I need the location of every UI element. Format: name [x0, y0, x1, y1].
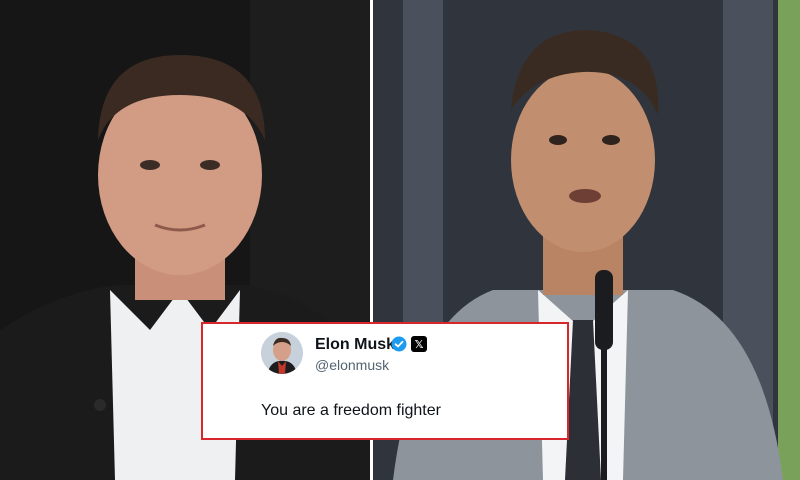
author-name: Elon Musk — [315, 336, 396, 353]
author-handle: @elonmusk — [315, 357, 390, 373]
tweet-text: You are a freedom fighter — [261, 402, 441, 419]
verified-badge-icon — [391, 336, 407, 352]
author-avatar — [261, 332, 303, 374]
x-logo-icon: 𝕏 — [411, 336, 427, 352]
avatar-illustration — [261, 332, 303, 374]
tweet-card: Elon Musk 𝕏 @elonmusk You are a freedom … — [201, 322, 569, 440]
